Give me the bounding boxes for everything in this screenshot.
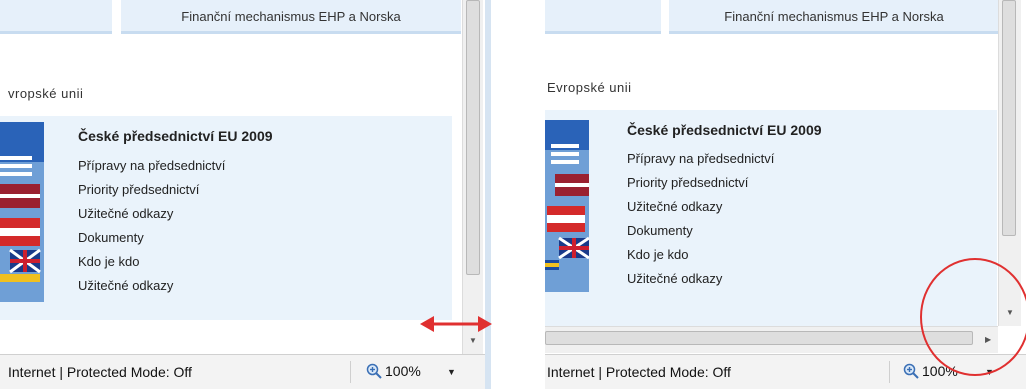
box-heading: České předsednictví EU 2009	[627, 122, 822, 138]
double-arrow-icon	[420, 316, 492, 332]
vertical-scroll-thumb[interactable]	[1002, 0, 1016, 236]
links-list: Přípravy na předsednictví Priority předs…	[627, 147, 774, 291]
flags-image	[0, 122, 44, 302]
left-browser-view: Finanční mechanismus EHP a Norska vropsk…	[0, 0, 490, 389]
vertical-scrollbar[interactable]: ▼	[462, 0, 483, 354]
box-heading: České předsednictví EU 2009	[78, 128, 273, 144]
zoom-level: 100%	[385, 363, 421, 379]
link-priority[interactable]: Priority předsednictví	[627, 171, 774, 195]
nav-tab-financni[interactable]: Finanční mechanismus EHP a Norska	[669, 0, 999, 34]
link-priority[interactable]: Priority předsednictví	[78, 178, 225, 202]
nav-tab-label: Finanční mechanismus EHP a Norska	[724, 9, 944, 24]
status-text: Internet | Protected Mode: Off	[8, 364, 192, 380]
status-separator	[350, 361, 351, 383]
link-dokumenty[interactable]: Dokumenty	[78, 226, 225, 250]
magnifier-plus-icon	[366, 363, 382, 379]
status-text: Internet | Protected Mode: Off	[547, 364, 731, 380]
magnifier-plus-icon	[903, 363, 919, 379]
vertical-scroll-thumb[interactable]	[466, 0, 480, 275]
link-uzitecne-odkazy[interactable]: Užitečné odkazy	[627, 195, 774, 219]
link-uzitecne-odkazy-2[interactable]: Užitečné odkazy	[627, 267, 774, 291]
link-pripravy[interactable]: Přípravy na předsednictví	[627, 147, 774, 171]
gap	[490, 0, 545, 389]
horizontal-scroll-thumb[interactable]	[545, 331, 973, 345]
link-kdo-je-kdo[interactable]: Kdo je kdo	[627, 243, 774, 267]
status-separator	[889, 361, 890, 383]
nav-tab-stub[interactable]	[0, 0, 112, 34]
nav-tab-label: Finanční mechanismus EHP a Norska	[181, 9, 401, 24]
highlight-circle	[920, 258, 1026, 376]
section-title: vropské unii	[8, 86, 84, 101]
link-dokumenty[interactable]: Dokumenty	[627, 219, 774, 243]
link-uzitecne-odkazy[interactable]: Užitečné odkazy	[78, 202, 225, 226]
nav-tab-stub[interactable]	[545, 0, 661, 34]
status-bar: Internet | Protected Mode: Off 100% ▼	[0, 354, 490, 389]
flags-image	[545, 120, 589, 292]
link-uzitecne-odkazy-2[interactable]: Užitečné odkazy	[78, 274, 225, 298]
zoom-control[interactable]: 100%	[366, 363, 421, 379]
links-list: Přípravy na předsednictví Priority předs…	[78, 154, 225, 298]
link-kdo-je-kdo[interactable]: Kdo je kdo	[78, 250, 225, 274]
section-title: Evropské unii	[547, 80, 632, 95]
nav-tab-financni[interactable]: Finanční mechanismus EHP a Norska	[121, 0, 461, 34]
presidency-box: České předsednictví EU 2009 Přípravy na …	[0, 116, 452, 320]
triangle-down-icon[interactable]: ▼	[447, 367, 456, 377]
link-pripravy[interactable]: Přípravy na předsednictví	[78, 154, 225, 178]
arrow-down-icon[interactable]: ▼	[469, 336, 477, 345]
